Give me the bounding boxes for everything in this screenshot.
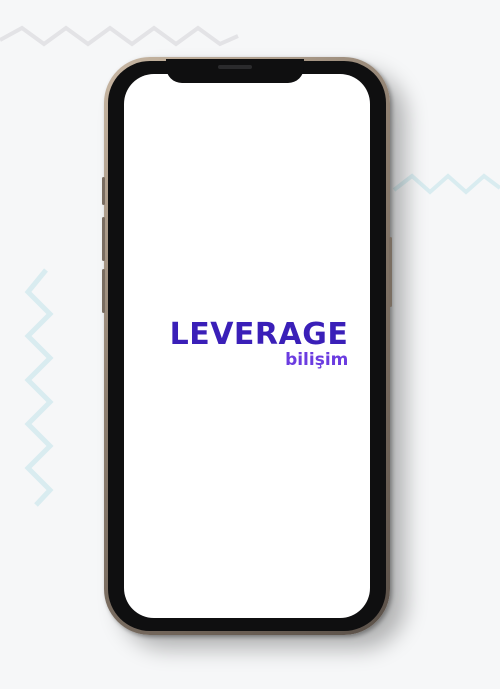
brand-logo-wordmark: LEVERAGE bilişim xyxy=(169,317,349,371)
phone-side-button xyxy=(102,177,105,205)
logo-sub-text: bilişim xyxy=(285,350,349,370)
phone-power-button xyxy=(389,237,392,307)
phone-volume-down-button xyxy=(102,269,105,313)
phone-mockup: LEVERAGE bilişim xyxy=(102,57,392,635)
logo-main-text: LEVERAGE xyxy=(169,317,349,352)
phone-volume-up-button xyxy=(102,217,105,261)
phone-screen: LEVERAGE bilişim xyxy=(124,74,370,618)
phone-notch xyxy=(166,59,304,83)
phone-speaker-icon xyxy=(218,65,252,69)
phone-bezel: LEVERAGE bilişim xyxy=(108,59,386,631)
brand-logo: LEVERAGE bilişim xyxy=(124,317,370,371)
